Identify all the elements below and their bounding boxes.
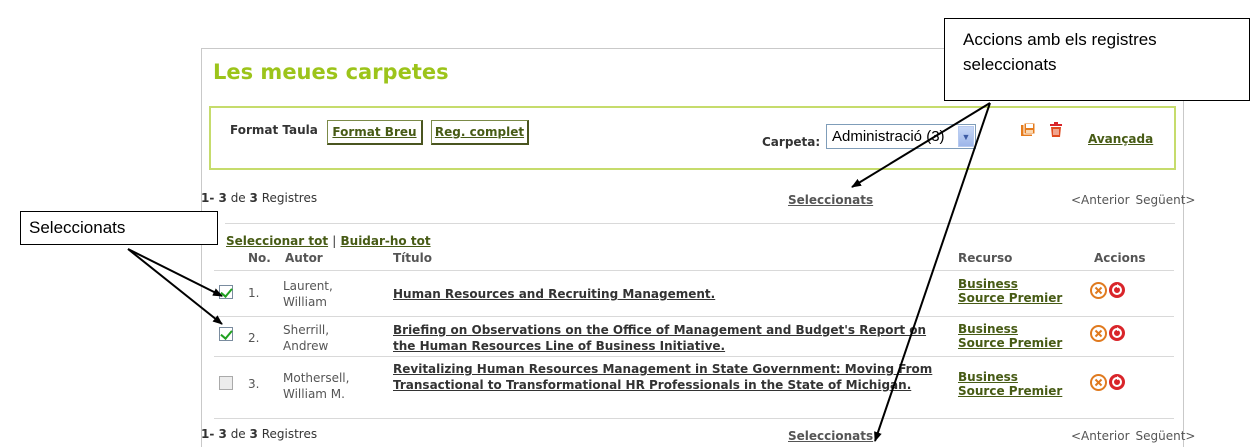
row-title-link[interactable]: Human Resources and Recruiting Managemen… (393, 286, 948, 302)
row-resource-line: Business (958, 322, 1018, 336)
remove-icon[interactable] (1090, 325, 1107, 342)
row-author: Sherrill, Andrew (283, 322, 353, 354)
page-title: Les meues carpetes (213, 60, 449, 84)
results-count-top: 1- 3 de 3 Registres (201, 191, 317, 205)
save-icon[interactable] (1020, 122, 1036, 138)
row-divider (214, 418, 1174, 419)
chevron-down-icon[interactable]: ▼ (958, 126, 974, 147)
folder-label: Carpeta: (762, 135, 821, 149)
results-of: de (230, 427, 246, 441)
row-divider (214, 270, 1174, 271)
row-author-line: Laurent, (283, 279, 333, 293)
results-unit: Registres (261, 191, 318, 205)
column-header-no: No. (248, 251, 271, 265)
select-all-link[interactable]: Seleccionar tot (226, 234, 328, 248)
column-header-titulo: Título (393, 251, 432, 265)
row-resource-link[interactable]: Business Source Premier (958, 322, 1078, 350)
next-link[interactable]: Següent> (1136, 193, 1196, 207)
row-resource-line: Source Premier (958, 336, 1063, 350)
results-total: 3 (249, 427, 258, 441)
divider (225, 223, 1175, 224)
results-of: de (230, 191, 246, 205)
folder-select-value: Administració (3) (832, 128, 945, 145)
column-header-recurso: Recurso (958, 251, 1013, 265)
row-author-line: Sherrill, (283, 323, 330, 337)
row-author: Laurent, William (283, 278, 353, 310)
redo-icon[interactable] (1108, 324, 1126, 342)
row-number: 2. (248, 331, 260, 345)
results-range: 1- 3 (201, 427, 227, 441)
row-title-link[interactable]: Revitalizing Human Resources Management … (393, 361, 948, 393)
pager-bottom: <Anterior Següent> (1071, 429, 1201, 443)
row-resource-line: Business (958, 277, 1018, 291)
prev-link[interactable]: <Anterior (1071, 193, 1130, 207)
row-resource-line: Source Premier (958, 291, 1063, 305)
format-complete-button[interactable]: Reg. complet (431, 120, 529, 145)
results-unit: Registres (261, 427, 318, 441)
row-resource-line: Source Premier (958, 384, 1063, 398)
row-divider (214, 356, 1174, 357)
selected-link-bottom[interactable]: Seleccionats (788, 429, 873, 443)
row-number: 3. (248, 377, 260, 391)
next-link[interactable]: Següent> (1136, 429, 1196, 443)
row-author-line: William (283, 295, 327, 309)
results-total: 3 (249, 191, 258, 205)
results-count-bottom: 1- 3 de 3 Registres (201, 427, 317, 441)
column-header-accions: Accions (1094, 251, 1146, 265)
row-resource-link[interactable]: Business Source Premier (958, 370, 1078, 398)
row-checkbox[interactable] (219, 327, 233, 341)
trash-icon[interactable] (1048, 122, 1064, 138)
selection-links: Seleccionar tot | Buidar-ho tot (226, 234, 431, 248)
format-brief-button[interactable]: Format Breu (327, 120, 423, 145)
results-range: 1- 3 (201, 191, 227, 205)
remove-icon[interactable] (1090, 374, 1107, 391)
row-checkbox[interactable] (219, 376, 233, 390)
clear-all-link[interactable]: Buidar-ho tot (341, 234, 431, 248)
redo-icon[interactable] (1108, 281, 1126, 299)
column-header-autor: Autor (285, 251, 323, 265)
row-resource-line: Business (958, 370, 1018, 384)
row-divider (214, 316, 1174, 317)
pager-top: <Anterior Següent> (1071, 193, 1201, 207)
row-checkbox[interactable] (219, 285, 233, 299)
row-resource-link[interactable]: Business Source Premier (958, 277, 1078, 305)
advanced-link[interactable]: Avançada (1088, 132, 1153, 146)
callout-actions: Accions amb els registres seleccionats (944, 18, 1250, 101)
redo-icon[interactable] (1108, 373, 1126, 391)
row-author: Mothersell, William M. (283, 370, 353, 402)
row-number: 1. (248, 286, 260, 300)
folder-select[interactable]: Administració (3) ▼ (826, 124, 976, 149)
row-author-line: William M. (283, 387, 345, 401)
row-title-link[interactable]: Briefing on Observations on the Office o… (393, 322, 948, 354)
callout-selected: Seleccionats (20, 211, 218, 245)
selection-separator: | (332, 234, 337, 248)
row-author-line: Andrew (283, 339, 329, 353)
format-table-label: Format Taula (230, 123, 318, 137)
prev-link[interactable]: <Anterior (1071, 429, 1130, 443)
row-author-line: Mothersell, (283, 371, 350, 385)
remove-icon[interactable] (1090, 282, 1107, 299)
selected-link-top[interactable]: Seleccionats (788, 193, 873, 207)
